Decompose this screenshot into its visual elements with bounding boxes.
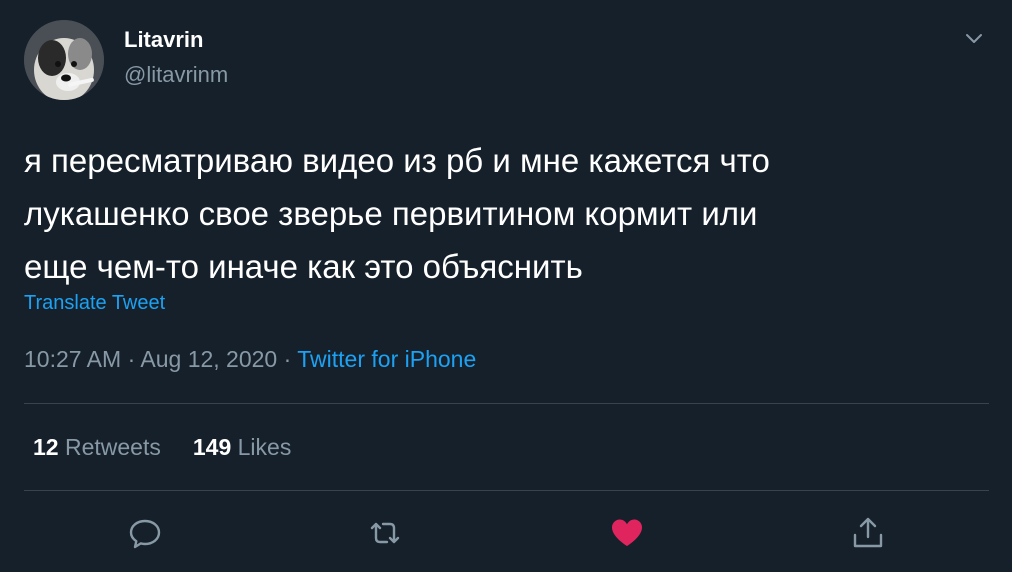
tweet-text: я пересматриваю видео из рб и мне кажетс… (24, 134, 984, 293)
author-display-name[interactable]: Litavrin (124, 27, 203, 53)
tweet-source-link[interactable]: Twitter for iPhone (297, 346, 476, 372)
likes-label: Likes (237, 434, 292, 460)
tweet-text-line: еще чем-то иначе как это объяснить (24, 248, 583, 285)
reply-button[interactable] (125, 513, 165, 553)
tweet-menu-button[interactable] (962, 26, 986, 50)
tweet-date[interactable]: Aug 12, 2020 (140, 346, 277, 372)
share-icon (853, 517, 883, 548)
avatar-image (24, 20, 104, 100)
likes-stat[interactable]: 149 Likes (193, 434, 291, 461)
tweet-text-line: я пересматриваю видео из рб и мне кажетс… (24, 142, 770, 179)
meta-separator: · (127, 346, 136, 372)
reply-icon (129, 519, 161, 549)
retweets-count: 12 (33, 434, 59, 460)
avatar[interactable] (24, 20, 104, 100)
heart-icon (612, 519, 642, 546)
like-button[interactable] (607, 513, 647, 553)
divider (24, 490, 989, 491)
retweets-label: Retweets (64, 434, 161, 460)
divider (24, 403, 989, 404)
retweets-stat[interactable]: 12 Retweets (33, 434, 161, 461)
tweet-text-line: лукашенко свое зверье первитином кормит … (24, 195, 758, 232)
share-button[interactable] (848, 513, 888, 553)
retweet-icon (370, 522, 400, 544)
tweet-stats: 12 Retweets 149 Likes (33, 434, 291, 461)
chevron-down-icon (966, 34, 982, 43)
tweet-time[interactable]: 10:27 AM (24, 346, 121, 372)
meta-separator: · (283, 346, 292, 372)
likes-count: 149 (192, 434, 232, 460)
translate-tweet-link[interactable]: Translate Tweet (24, 292, 165, 315)
retweet-button[interactable] (365, 513, 405, 553)
author-handle[interactable]: @litavrinm (124, 62, 228, 88)
tweet-meta: 10:27 AM · Aug 12, 2020 · Twitter for iP… (24, 346, 476, 373)
